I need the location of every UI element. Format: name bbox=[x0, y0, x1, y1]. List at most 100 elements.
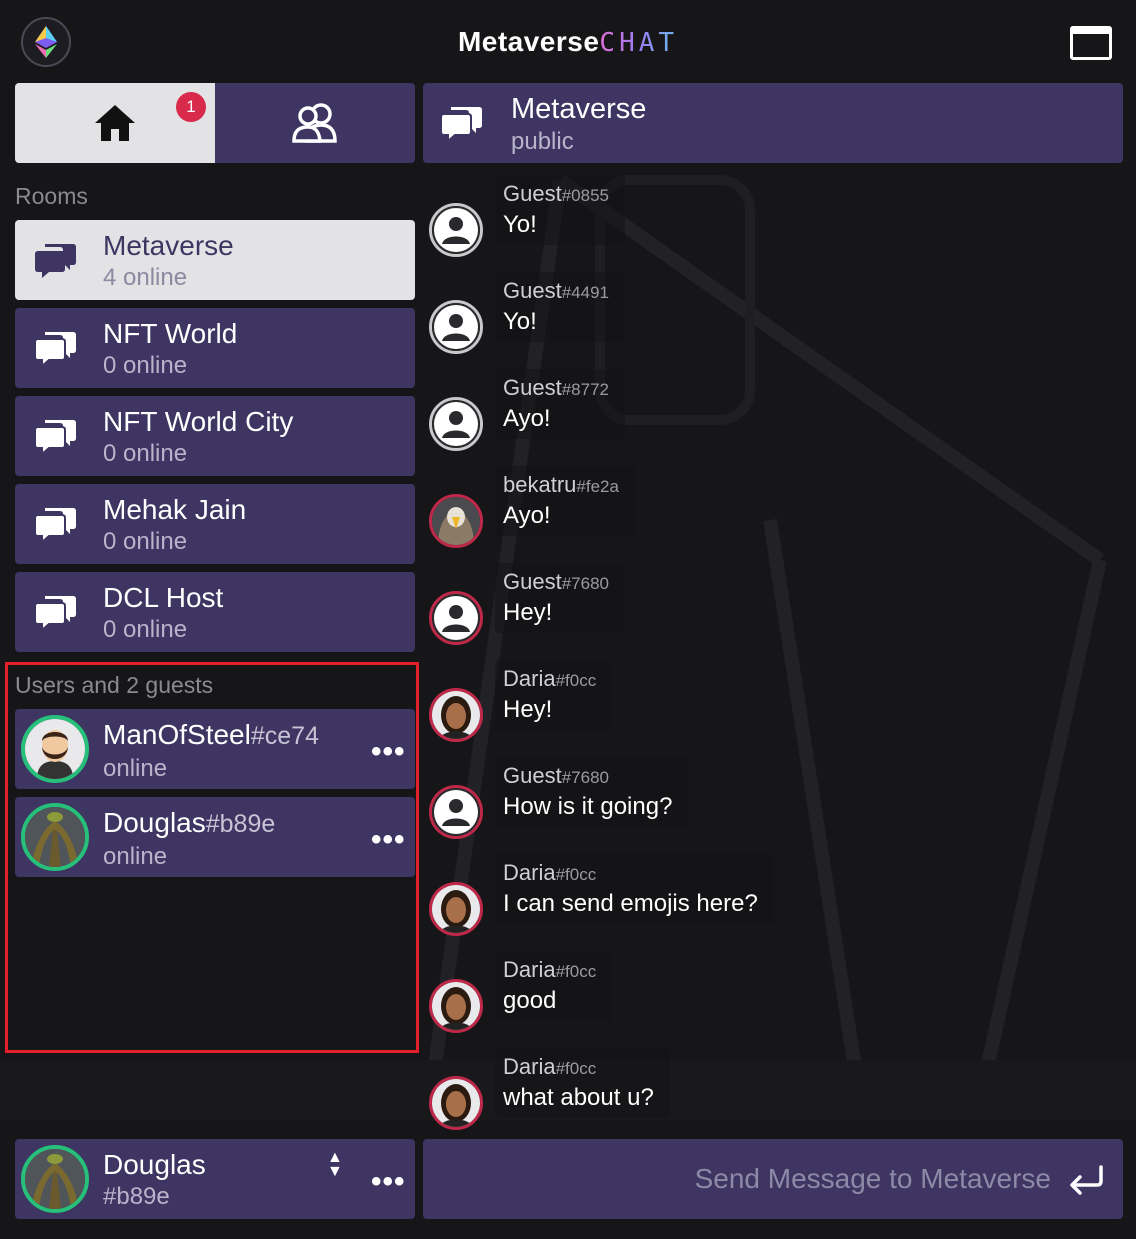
user-item-manofsteel[interactable]: ManOfSteel#ce74 online ••• bbox=[15, 709, 415, 789]
user-tag: #b89e bbox=[205, 810, 276, 838]
message-author-tag: #f0cc bbox=[555, 962, 597, 981]
guest-avatar-icon bbox=[432, 303, 480, 351]
room-online-count: 4 online bbox=[103, 264, 188, 291]
message-bubble: Guest#7680 How is it going? bbox=[495, 757, 689, 827]
message-author: Daria bbox=[503, 666, 556, 691]
creature-avatar-icon bbox=[25, 1149, 85, 1209]
user-menu-button[interactable]: ••• bbox=[371, 737, 406, 767]
app-title: MetaverseCHAT bbox=[0, 26, 1136, 58]
message-author: Guest bbox=[503, 763, 562, 788]
message-item: Guest#4491 Yo! bbox=[423, 272, 1123, 364]
message-author-tag: #f0cc bbox=[555, 865, 597, 884]
avatar bbox=[429, 688, 483, 742]
chat-bubbles-icon bbox=[35, 332, 76, 368]
guest-avatar-icon bbox=[432, 400, 480, 448]
message-author: Daria bbox=[503, 1054, 556, 1079]
eagle-avatar-icon bbox=[432, 497, 480, 545]
current-user-tag: #b89e bbox=[103, 1183, 170, 1210]
message-author-tag: #4491 bbox=[561, 283, 609, 302]
window-toggle-button[interactable] bbox=[1070, 26, 1112, 60]
avatar bbox=[429, 300, 483, 354]
message-author-tag: #7680 bbox=[561, 574, 609, 593]
user-menu-button[interactable]: ••• bbox=[371, 825, 406, 855]
message-input-placeholder[interactable]: Send Message to Metaverse bbox=[695, 1163, 1051, 1195]
chat-room-header: Metaverse public bbox=[423, 83, 1123, 163]
creature-avatar-icon bbox=[25, 807, 85, 867]
room-online-count: 0 online bbox=[103, 352, 188, 379]
current-user-menu-button[interactable]: ••• bbox=[371, 1167, 406, 1197]
message-author: Guest bbox=[503, 569, 562, 594]
room-name: NFT World City bbox=[103, 406, 294, 437]
room-online-count: 0 online bbox=[103, 440, 188, 467]
message-item: Guest#8772 Ayo! bbox=[423, 369, 1123, 461]
avatar bbox=[21, 1145, 89, 1213]
users-icon bbox=[292, 103, 337, 143]
avatar bbox=[429, 785, 483, 839]
chat-bubbles-icon bbox=[35, 596, 76, 632]
app-title-accent: CHAT bbox=[599, 28, 679, 58]
avatar bbox=[429, 203, 483, 257]
message-bubble: Daria#f0cc good bbox=[495, 951, 613, 1021]
user-item-douglas[interactable]: Douglas#b89e online ••• bbox=[15, 797, 415, 877]
message-author: Guest bbox=[503, 181, 562, 206]
message-author-tag: #f0cc bbox=[555, 671, 597, 690]
guest-avatar-icon bbox=[432, 206, 480, 254]
message-item: Guest#7680 Hey! bbox=[423, 563, 1123, 655]
room-online-count: 0 online bbox=[103, 528, 188, 555]
message-text: Ayo! bbox=[503, 405, 551, 432]
user-name-line: ManOfSteel#ce74 bbox=[103, 719, 319, 751]
user-name: Douglas bbox=[103, 807, 206, 838]
message-bubble: Daria#f0cc Hey! bbox=[495, 660, 613, 730]
tab-users[interactable] bbox=[215, 83, 415, 163]
chat-bubbles-icon bbox=[35, 420, 76, 456]
user-tag: #ce74 bbox=[250, 722, 319, 750]
room-name: NFT World bbox=[103, 318, 238, 349]
message-text: Hey! bbox=[503, 599, 553, 626]
app-title-main: Metaverse bbox=[457, 26, 600, 57]
avatar bbox=[429, 591, 483, 645]
guest-avatar-icon bbox=[432, 788, 480, 836]
message-author: bekatru bbox=[503, 472, 577, 497]
avatar bbox=[429, 882, 483, 936]
message-bubble: Daria#f0cc I can send emojis here? bbox=[495, 854, 774, 924]
chat-room-name: Metaverse bbox=[511, 93, 647, 125]
chat-room-type: public bbox=[511, 128, 574, 155]
chat-bubbles-icon bbox=[35, 244, 76, 278]
room-item-metaverse[interactable]: Metaverse 4 online bbox=[15, 220, 415, 300]
avatar bbox=[21, 715, 89, 783]
room-item-dcl-host[interactable]: DCL Host 0 online bbox=[15, 572, 415, 652]
current-user-panel[interactable]: Douglas #b89e ▲ ▼ ••• bbox=[15, 1139, 415, 1219]
avatar bbox=[429, 1076, 483, 1130]
message-item: bekatru#fe2a Ayo! bbox=[423, 466, 1123, 558]
room-item-nft-world-city[interactable]: NFT World City 0 online bbox=[15, 396, 415, 476]
message-text: Ayo! bbox=[503, 502, 551, 529]
send-enter-icon[interactable] bbox=[1067, 1163, 1107, 1197]
message-text: good bbox=[503, 987, 557, 1014]
message-composer[interactable]: Send Message to Metaverse bbox=[423, 1139, 1123, 1219]
message-author-tag: #f0cc bbox=[555, 1059, 597, 1078]
message-item: Daria#f0cc Hey! bbox=[423, 660, 1123, 752]
room-item-nft-world[interactable]: NFT World 0 online bbox=[15, 308, 415, 388]
message-text: what about u? bbox=[503, 1084, 654, 1111]
message-text: Hey! bbox=[503, 696, 553, 723]
avatar bbox=[429, 979, 483, 1033]
message-item: Guest#0855 Yo! bbox=[423, 175, 1123, 267]
message-item: Daria#f0cc what about u? bbox=[423, 1048, 1123, 1140]
message-author: Guest bbox=[503, 375, 562, 400]
room-name: DCL Host bbox=[103, 582, 224, 613]
message-bubble: Daria#f0cc what about u? bbox=[495, 1048, 670, 1118]
message-author: Guest bbox=[503, 278, 562, 303]
message-bubble: Guest#8772 Ayo! bbox=[495, 369, 625, 439]
guest-avatar-icon bbox=[432, 594, 480, 642]
current-user-name: Douglas bbox=[103, 1149, 206, 1180]
message-item: Guest#7680 How is it going? bbox=[423, 757, 1123, 849]
user-name: ManOfSteel bbox=[103, 719, 251, 750]
message-bubble: Guest#7680 Hey! bbox=[495, 563, 625, 633]
room-item-mehak-jain[interactable]: Mehak Jain 0 online bbox=[15, 484, 415, 564]
avatar bbox=[429, 397, 483, 451]
woman-avatar-icon bbox=[432, 885, 480, 933]
chat-bubbles-icon bbox=[441, 107, 482, 143]
users-label: Users and 2 guests bbox=[15, 672, 214, 698]
woman-avatar-icon bbox=[432, 691, 480, 739]
status-select-arrows-icon[interactable]: ▲ ▼ bbox=[327, 1150, 343, 1180]
